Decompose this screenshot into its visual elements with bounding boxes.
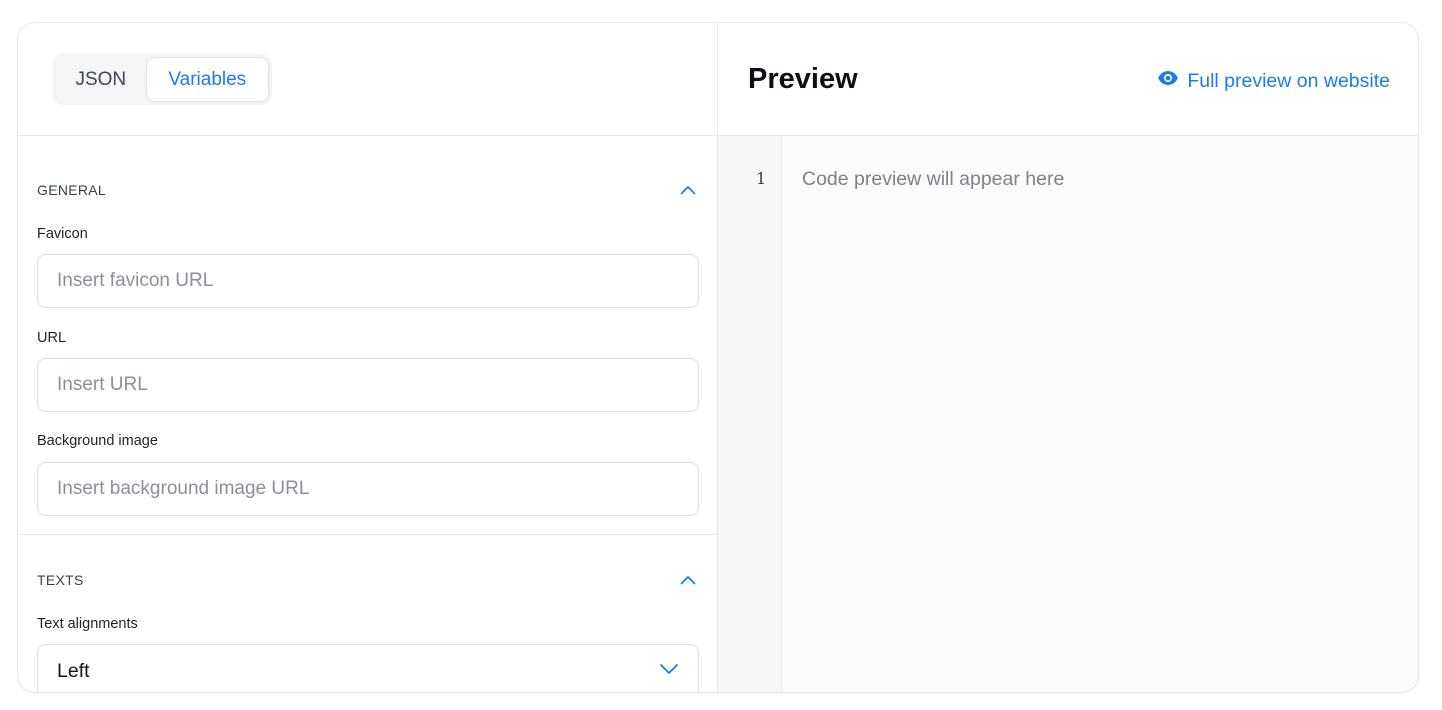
background-image-label: Background image (37, 433, 158, 449)
tab-variables[interactable]: Variables (145, 57, 269, 102)
preview-header: Preview Full preview on website (718, 23, 1418, 136)
text-alignment-select[interactable]: Left (37, 644, 699, 692)
eye-icon (1157, 69, 1179, 93)
favicon-input[interactable] (37, 254, 699, 308)
text-alignments-label: Text alignments (37, 616, 138, 632)
url-label: URL (37, 330, 67, 346)
general-section-title: GENERAL (37, 182, 107, 198)
background-image-input[interactable] (37, 462, 699, 516)
preview-title: Preview (748, 63, 858, 95)
line-gutter: 1 (718, 136, 782, 692)
texts-section: TEXTS Text alignments Left (18, 535, 717, 692)
chevron-down-icon (659, 662, 679, 680)
general-section-header[interactable]: GENERAL (37, 180, 698, 200)
favicon-label: Favicon (37, 226, 88, 242)
view-toggle: JSON Variables (53, 54, 272, 105)
variables-panel: JSON Variables GENERAL Favicon URL Backg… (18, 23, 718, 692)
preview-panel: Preview Full preview on website 1 Code p… (718, 23, 1418, 692)
panel-header: JSON Variables (18, 23, 717, 136)
editor-card: JSON Variables GENERAL Favicon URL Backg… (17, 22, 1419, 693)
chevron-up-icon[interactable] (678, 180, 698, 200)
general-section: GENERAL Favicon URL Background image (18, 136, 717, 535)
full-preview-label: Full preview on website (1187, 69, 1390, 92)
url-input[interactable] (37, 358, 699, 412)
text-alignment-value: Left (57, 659, 90, 682)
full-preview-link[interactable]: Full preview on website (1157, 69, 1390, 93)
texts-section-title: TEXTS (37, 572, 84, 588)
code-preview-placeholder: Code preview will appear here (802, 168, 1065, 190)
code-preview-area[interactable]: 1 Code preview will appear here (718, 136, 1418, 692)
tab-json[interactable]: JSON (56, 57, 146, 102)
chevron-up-icon[interactable] (678, 570, 698, 590)
texts-section-header[interactable]: TEXTS (37, 570, 698, 590)
line-number: 1 (756, 169, 767, 188)
